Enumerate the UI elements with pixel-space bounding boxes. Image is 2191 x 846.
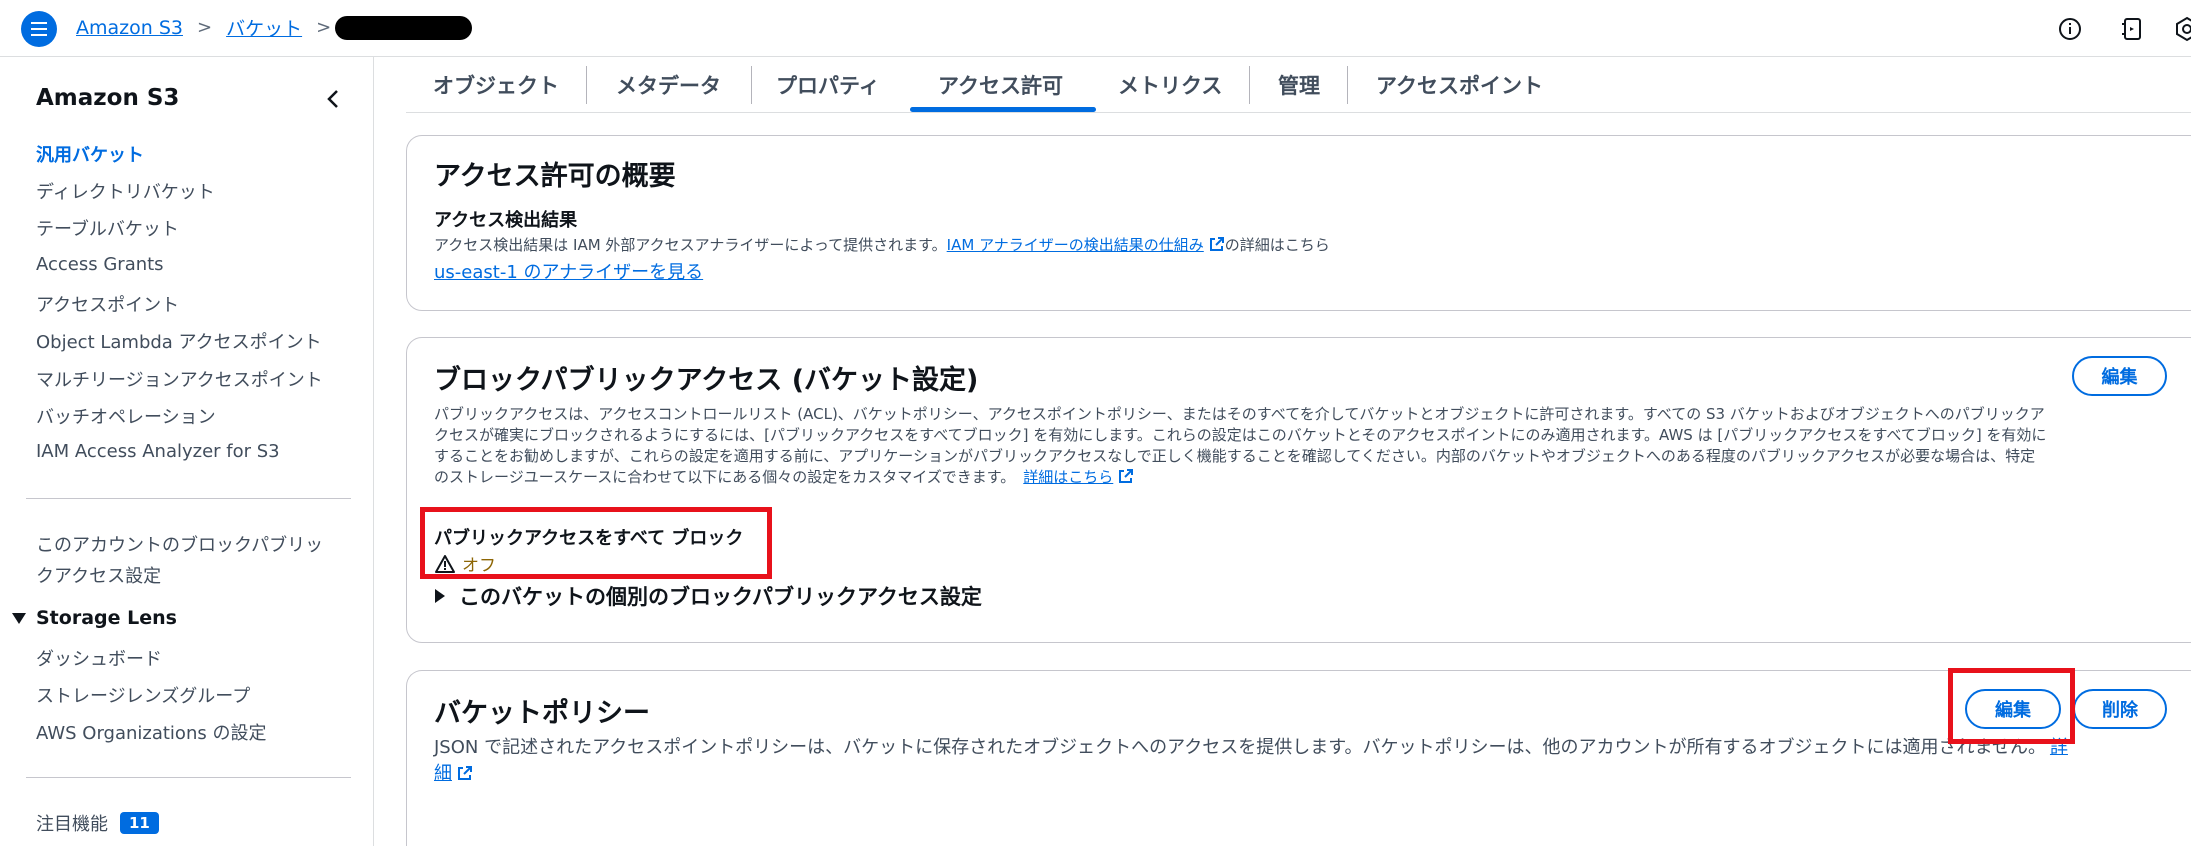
tab-divider	[586, 66, 587, 104]
breadcrumb-amazon-s3[interactable]: Amazon S3	[76, 17, 183, 39]
external-link-icon	[458, 766, 472, 780]
permissions-overview-title: アクセス許可の概要	[434, 161, 676, 192]
access-findings-title: アクセス検出結果	[434, 210, 578, 231]
featured-count-badge: 11	[120, 812, 159, 834]
sidebar-item-multi-region[interactable]: マルチリージョンアクセスポイント	[36, 366, 323, 392]
tab-divider	[1249, 66, 1250, 104]
description-text: のストレージユースケースに合わせて以下にある個々の設定をカスタマイズできます。	[434, 468, 1016, 486]
sidebar-section-storage-lens[interactable]: Storage Lens	[12, 607, 177, 629]
breadcrumb-buckets[interactable]: バケット	[226, 14, 302, 41]
link-text: 詳細はこちら	[1023, 468, 1114, 486]
sidebar-item-storage-lens-groups[interactable]: ストレージレンズグループ	[36, 682, 250, 708]
sidebar-title: Amazon S3	[36, 85, 180, 111]
bucket-policy-panel: バケットポリシー 編集 削除 JSON で記述されたアクセスポイントポリシーは、…	[406, 670, 2191, 846]
learn-more-link[interactable]: 詳細はこちら	[1023, 468, 1134, 486]
bucket-policy-delete-button[interactable]: 削除	[2073, 689, 2167, 729]
tab-objects[interactable]: オブジェクト	[433, 57, 559, 113]
sidebar-item-iam-access-analyzer[interactable]: IAM Access Analyzer for S3	[36, 441, 280, 462]
breadcrumb: Amazon S3 > バケット >	[76, 14, 473, 41]
permissions-overview-panel: アクセス許可の概要 アクセス検出結果 アクセス検出結果は IAM 外部アクセスア…	[406, 135, 2191, 311]
tab-divider	[751, 66, 752, 104]
sidebar-item-label: クアクセス設定	[36, 566, 162, 587]
annotation-highlight-box	[1948, 668, 2075, 744]
caret-right-icon	[435, 589, 445, 603]
sidebar-item-general-buckets[interactable]: 汎用バケット	[36, 141, 144, 167]
chevron-right-icon: >	[316, 17, 332, 38]
individual-block-settings-expander[interactable]: このバケットの個別のブロックパブリックアクセス設定	[435, 581, 982, 611]
settings-icon[interactable]	[2174, 16, 2191, 42]
access-findings-description: アクセス検出結果は IAM 外部アクセスアナライザーによって提供されます。IAM…	[434, 234, 1330, 255]
sidebar-divider	[26, 777, 351, 778]
sidebar-item-dashboards[interactable]: ダッシュボード	[36, 645, 162, 671]
tab-properties[interactable]: プロパティ	[776, 57, 880, 113]
tab-metadata[interactable]: メタデータ	[616, 57, 721, 113]
menu-button[interactable]	[21, 11, 57, 47]
block-public-access-description: パブリックアクセスは、アクセスコントロールリスト (ACL)、バケットポリシー、…	[434, 404, 2174, 488]
sidebar-item-featured[interactable]: 注目機能 11	[36, 810, 159, 836]
description-text: JSON で記述されたアクセスポイントポリシーは、バケットに保存されたオブジェク…	[434, 737, 2046, 758]
description-line: クセスが確実にブロックされるようにするには、[パブリックアクセスをすべてブロック…	[434, 426, 2047, 444]
notifications-icon[interactable]	[2119, 16, 2145, 42]
expander-label: このバケットの個別のブロックパブリックアクセス設定	[459, 585, 982, 609]
external-link-icon	[1209, 237, 1224, 251]
sidebar-item-access-points[interactable]: アクセスポイント	[36, 291, 179, 317]
sidebar-item-access-grants[interactable]: Access Grants	[36, 254, 164, 275]
section-label: Storage Lens	[36, 607, 177, 629]
sidebar-item-table-buckets[interactable]: テーブルバケット	[36, 215, 179, 241]
description-line: 細	[434, 761, 2154, 787]
sidebar-item-label: 注目機能	[36, 814, 108, 835]
tab-permissions[interactable]: アクセス許可	[938, 57, 1063, 113]
description-line: JSON で記述されたアクセスポイントポリシーは、バケットに保存されたオブジェク…	[434, 735, 2154, 761]
view-analyzer-link[interactable]: us-east-1 のアナライザーを見る	[434, 258, 703, 284]
sidebar-item-batch-operations[interactable]: バッチオペレーション	[36, 403, 216, 429]
collapse-sidebar-icon[interactable]	[322, 87, 346, 111]
redacted-bucket-name	[335, 15, 473, 40]
bucket-policy-title: バケットポリシー	[434, 698, 650, 729]
block-public-access-edit-button[interactable]: 編集	[2072, 356, 2167, 396]
chevron-right-icon: >	[196, 17, 213, 38]
findings-suffix-text: の詳細はこちら	[1224, 236, 1330, 254]
sidebar-item-directory-buckets[interactable]: ディレクトリバケット	[36, 178, 215, 204]
link-text: IAM アナライザーの検出結果の仕組み	[946, 236, 1204, 254]
hamburger-icon	[31, 28, 47, 30]
link-text: 細	[434, 763, 452, 784]
tab-access-points[interactable]: アクセスポイント	[1376, 57, 1543, 113]
sidebar-item-label: このアカウントのブロックパブリッ	[36, 535, 324, 556]
external-link-icon	[1119, 469, 1134, 483]
bucket-tabs: オブジェクト メタデータ プロパティ アクセス許可 メトリクス 管理 アクセスポ…	[406, 57, 2191, 113]
iam-analyzer-findings-link[interactable]: IAM アナライザーの検出結果の仕組み	[947, 236, 1225, 254]
caret-down-icon	[12, 612, 26, 624]
tab-management[interactable]: 管理	[1278, 57, 1320, 113]
sidebar-divider	[26, 498, 351, 499]
top-navigation-bar: Amazon S3 > バケット >	[0, 0, 2191, 57]
description-line: のストレージユースケースに合わせて以下にある個々の設定をカスタマイズできます。詳…	[434, 467, 2174, 488]
description-line: パブリックアクセスは、アクセスコントロールリスト (ACL)、バケットポリシー、…	[434, 405, 2045, 423]
side-navigation: Amazon S3 汎用バケット ディレクトリバケット テーブルバケット Acc…	[0, 57, 374, 846]
sidebar-item-object-lambda[interactable]: Object Lambda アクセスポイント	[36, 328, 322, 354]
annotation-highlight-box	[420, 507, 772, 579]
info-icon[interactable]	[2057, 16, 2083, 42]
findings-desc-text: アクセス検出結果は IAM 外部アクセスアナライザーによって提供されます。	[434, 236, 947, 254]
active-tab-indicator	[910, 107, 1096, 112]
block-public-access-title: ブロックパブリックアクセス (バケット設定)	[434, 365, 979, 396]
sidebar-item-aws-organizations[interactable]: AWS Organizations の設定	[36, 719, 266, 745]
tab-metrics[interactable]: メトリクス	[1118, 57, 1222, 113]
sidebar-item-account-block-public-access[interactable]: このアカウントのブロックパブリッ クアクセス設定	[36, 531, 323, 588]
description-line: することをお勧めしますが、これらの設定を適用する前に、アプリケーションがパブリッ…	[434, 447, 2036, 465]
bucket-policy-description: JSON で記述されたアクセスポイントポリシーは、バケットに保存されたオブジェク…	[434, 735, 2154, 787]
tab-divider	[1347, 66, 1348, 104]
block-public-access-panel: ブロックパブリックアクセス (バケット設定) 編集 パブリックアクセスは、アクセ…	[406, 337, 2191, 643]
policy-learn-more-link-continued[interactable]: 細	[434, 763, 473, 784]
